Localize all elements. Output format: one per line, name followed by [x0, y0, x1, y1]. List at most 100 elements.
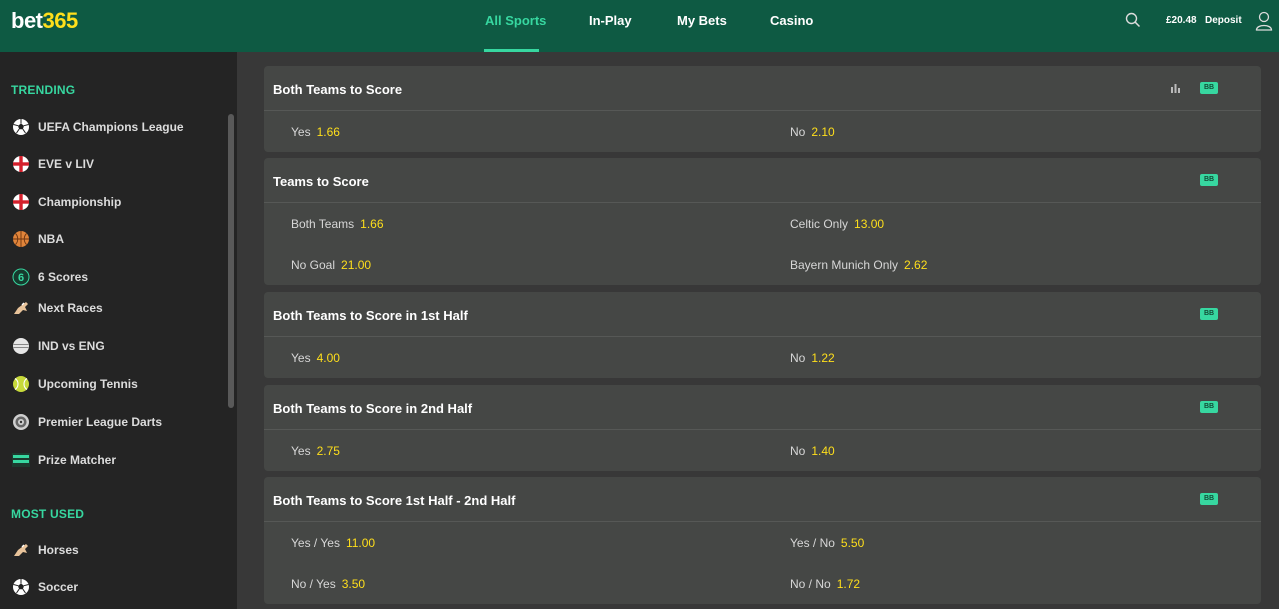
market-teams-to-score: Teams to Score BB Both Teams 1.66 Celtic … [264, 158, 1261, 285]
sidebar-item-label: EVE v LIV [38, 157, 95, 171]
sidebar-item-championship[interactable]: Championship [11, 191, 221, 213]
england-flag-icon [11, 193, 30, 212]
account-balance[interactable]: £20.48 [1166, 15, 1197, 26]
selection-name: Yes [291, 351, 311, 365]
bet-builder-badge[interactable]: BB [1200, 308, 1218, 320]
top-bar: bet365 All Sports In-Play My Bets Casino… [0, 0, 1279, 52]
selection-button[interactable]: Bayern Munich Only 2.62 [790, 258, 927, 272]
basketball-icon [11, 230, 30, 249]
bet-builder-badge[interactable]: BB [1200, 493, 1218, 505]
selection-name: No Goal [291, 258, 336, 272]
stats-icon[interactable] [1170, 82, 1181, 93]
selection-button[interactable]: Both Teams 1.66 [291, 217, 384, 231]
bet-builder-badge[interactable]: BB [1200, 174, 1218, 186]
market-header[interactable]: Both Teams to Score in 1st Half BB [264, 292, 1261, 337]
selection-name: Yes [291, 125, 311, 139]
market-both-teams-to-score-2nd-half: Both Teams to Score in 2nd Half BB Yes 2.… [264, 385, 1261, 471]
selection-name: No [790, 125, 806, 139]
horse-icon [11, 541, 30, 560]
sidebar-item-upcoming-tennis[interactable]: Upcoming Tennis [11, 373, 221, 395]
market-header[interactable]: Teams to Score BB [264, 158, 1261, 203]
selection-row: Yes 2.75 No 1.40 [264, 430, 1261, 471]
search-icon[interactable] [1125, 12, 1141, 28]
selection-row: Both Teams 1.66 Celtic Only 13.00 [264, 203, 1261, 244]
bet-builder-badge[interactable]: BB [1200, 401, 1218, 413]
sidebar-item-6-scores[interactable]: 6 6 Scores [11, 266, 221, 288]
sidebar-item-premier-league-darts[interactable]: Premier League Darts [11, 411, 221, 433]
deposit-button[interactable]: Deposit [1205, 15, 1242, 26]
sidebar-item-soccer[interactable]: Soccer [11, 576, 221, 598]
logo-number: 365 [42, 8, 79, 33]
bet-builder-badge[interactable]: BB [1200, 82, 1218, 94]
trending-heading: TRENDING [11, 83, 76, 97]
selection-button[interactable]: Yes / Yes 11.00 [291, 536, 375, 550]
market-title: Both Teams to Score [273, 82, 403, 97]
sidebar-item-uefa-champions-league[interactable]: UEFA Champions League [11, 116, 221, 138]
selection-name: No / No [790, 577, 831, 591]
selection-odds: 1.22 [811, 351, 835, 365]
selection-name: No / Yes [291, 577, 336, 591]
bet365-logo[interactable]: bet365 [11, 8, 78, 34]
sidebar-item-horses[interactable]: Horses [11, 539, 221, 561]
sidebar-item-label: Championship [38, 195, 122, 209]
selection-button[interactable]: No / No 1.72 [790, 577, 860, 591]
nav-all-sports[interactable]: All Sports [485, 0, 546, 52]
soccer-ball-icon [11, 118, 30, 137]
selection-odds: 3.50 [341, 577, 366, 591]
england-flag-icon [11, 155, 30, 174]
selection-button[interactable]: Celtic Only 13.00 [790, 217, 884, 231]
selection-odds: 2.62 [904, 258, 928, 272]
selection-name: Yes [291, 444, 311, 458]
sidebar-item-label: Horses [38, 543, 79, 557]
selection-name: No [790, 351, 806, 365]
selection-odds: 11.00 [345, 536, 376, 550]
market-title: Both Teams to Score in 1st Half [273, 308, 468, 323]
selection-button[interactable]: Yes 4.00 [291, 351, 340, 365]
selection-button[interactable]: No 2.10 [790, 125, 835, 139]
market-title: Teams to Score [273, 174, 369, 189]
most-used-heading: MOST USED [11, 507, 85, 521]
selection-name: No [790, 444, 806, 458]
user-icon[interactable] [1255, 11, 1273, 31]
nav-casino[interactable]: Casino [770, 0, 813, 52]
selection-button[interactable]: No 1.40 [790, 444, 835, 458]
selection-odds: 2.75 [316, 444, 340, 458]
prize-matcher-icon [11, 451, 30, 470]
selection-odds: 2.10 [811, 125, 835, 139]
selection-row: Yes 1.66 No 2.10 [264, 111, 1261, 152]
nav-my-bets[interactable]: My Bets [677, 0, 727, 52]
selection-button[interactable]: Yes 1.66 [291, 125, 340, 139]
market-header[interactable]: Both Teams to Score BB [264, 66, 1261, 111]
selection-name: Both Teams [291, 217, 355, 231]
svg-text:6: 6 [17, 272, 23, 284]
sidebar-item-label: Soccer [38, 580, 79, 594]
sidebar-item-eve-v-liv[interactable]: EVE v LIV [11, 153, 221, 175]
selection-button[interactable]: No Goal 21.00 [291, 258, 371, 272]
selection-button[interactable]: No 1.22 [790, 351, 835, 365]
selection-name: Yes / Yes [291, 536, 340, 550]
sidebar-item-nba[interactable]: NBA [11, 228, 221, 250]
sidebar-item-ind-vs-eng[interactable]: IND vs ENG [11, 335, 221, 357]
logo-text: bet [11, 8, 43, 33]
selection-name: Celtic Only [790, 217, 849, 231]
selection-button[interactable]: Yes / No 5.50 [790, 536, 864, 550]
market-both-teams-to-score-1st-half: Both Teams to Score in 1st Half BB Yes 4.… [264, 292, 1261, 378]
selection-button[interactable]: No / Yes 3.50 [291, 577, 365, 591]
sidebar-item-next-races[interactable]: Next Races [11, 297, 221, 319]
sidebar-item-label: Upcoming Tennis [38, 377, 138, 391]
selection-odds: 4.00 [316, 351, 340, 365]
market-title: Both Teams to Score in 2nd Half [273, 401, 473, 416]
selection-odds: 5.50 [840, 536, 865, 550]
nav-in-play[interactable]: In-Play [589, 0, 632, 52]
market-header[interactable]: Both Teams to Score in 2nd Half BB [264, 385, 1261, 430]
sidebar-item-prize-matcher[interactable]: Prize Matcher [11, 449, 221, 471]
market-header[interactable]: Both Teams to Score 1st Half - 2nd Half … [264, 477, 1261, 522]
soccer-ball-icon [11, 578, 30, 597]
six-scores-icon: 6 [11, 268, 30, 287]
sidebar-item-label: 6 Scores [38, 270, 89, 284]
selection-odds: 21.00 [341, 258, 372, 272]
selection-name: Bayern Munich Only [790, 258, 899, 272]
sidebar-scrollbar[interactable] [228, 114, 234, 408]
tennis-ball-icon [11, 375, 30, 394]
selection-button[interactable]: Yes 2.75 [291, 444, 340, 458]
